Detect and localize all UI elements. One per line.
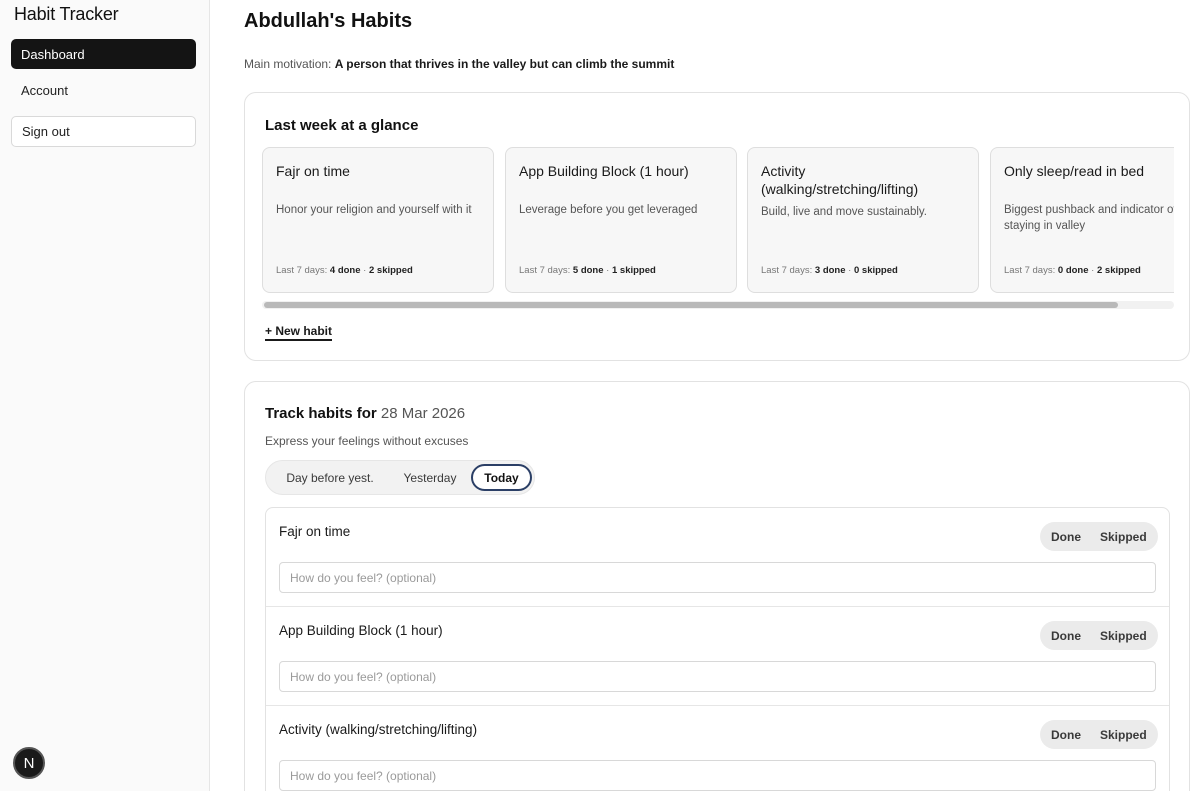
week-summary-panel: Last week at a glance Fajr on time Honor…	[244, 92, 1190, 361]
track-title-label: Track habits for	[265, 405, 377, 422]
skipped-count: 1	[611, 265, 618, 276]
motivation-label: Main motivation:	[244, 57, 332, 71]
done-button[interactable]: Done	[1051, 629, 1081, 643]
done-count: 0	[1057, 265, 1064, 276]
tab-day-before-yesterday[interactable]: Day before yest.	[274, 464, 386, 491]
scrollbar-thumb[interactable]	[264, 302, 1118, 308]
skipped-count: 2	[1096, 265, 1103, 276]
habit-card-description: Leverage before you get leveraged	[519, 204, 698, 216]
done-suffix: done	[337, 265, 361, 276]
horizontal-scrollbar[interactable]	[262, 301, 1174, 309]
skipped-button[interactable]: Skipped	[1100, 629, 1147, 643]
skipped-suffix: skipped	[1104, 265, 1141, 276]
stats-separator: ·	[363, 265, 367, 276]
stats-prefix: Last 7 days:	[519, 265, 571, 276]
habit-card-title: Fajr on time	[276, 163, 350, 179]
track-date: 28 Mar 2026	[380, 405, 466, 422]
skipped-button[interactable]: Skipped	[1100, 728, 1147, 742]
feeling-input[interactable]	[279, 661, 1156, 692]
habit-tracking-list: Fajr on time Done Skipped App Building B…	[265, 507, 1170, 791]
track-subtitle: Express your feelings without excuses	[265, 434, 469, 448]
done-count: 4	[329, 265, 336, 276]
tab-yesterday[interactable]: Yesterday	[390, 464, 470, 491]
sidebar-item-account[interactable]: Account	[11, 75, 196, 105]
done-suffix: done	[580, 265, 604, 276]
app-brand: Habit Tracker	[14, 4, 119, 24]
skipped-count: 2	[368, 265, 375, 276]
habit-card[interactable]: App Building Block (1 hour) Leverage bef…	[505, 147, 737, 293]
done-button[interactable]: Done	[1051, 530, 1081, 544]
habit-card-stats: Last 7 days: 4 done · 2 skipped	[276, 265, 413, 276]
habit-name: Fajr on time	[279, 524, 351, 539]
habit-tracking-row: App Building Block (1 hour) Done Skipped	[266, 607, 1169, 706]
sidebar: Habit Tracker Dashboard Account Sign out…	[0, 0, 210, 791]
stats-prefix: Last 7 days:	[761, 265, 813, 276]
habit-card[interactable]: Only sleep/read in bed Biggest pushback …	[990, 147, 1174, 293]
tab-today[interactable]: Today	[471, 464, 532, 491]
sidebar-item-dashboard[interactable]: Dashboard	[11, 39, 196, 69]
done-button[interactable]: Done	[1051, 728, 1081, 742]
habit-card-description: Honor your religion and yourself with it	[276, 204, 472, 216]
habit-card[interactable]: Fajr on time Honor your religion and you…	[262, 147, 494, 293]
stats-separator: ·	[606, 265, 610, 276]
habit-card-stats: Last 7 days: 3 done · 0 skipped	[761, 265, 898, 276]
habit-card[interactable]: Activity (walking/stretching/lifting) Bu…	[747, 147, 979, 293]
habit-cards-scroller[interactable]: Fajr on time Honor your religion and you…	[262, 147, 1174, 310]
skipped-suffix: skipped	[861, 265, 898, 276]
stats-prefix: Last 7 days:	[276, 265, 328, 276]
motivation-line: Main motivation: A person that thrives i…	[244, 57, 674, 71]
skipped-count: 0	[853, 265, 860, 276]
done-count: 5	[572, 265, 579, 276]
feeling-input[interactable]	[279, 760, 1156, 791]
skipped-suffix: skipped	[376, 265, 413, 276]
day-selector: Day before yest. Yesterday Today	[265, 460, 535, 495]
status-toggle: Done Skipped	[1040, 720, 1158, 749]
done-count: 3	[814, 265, 821, 276]
stats-prefix: Last 7 days:	[1004, 265, 1056, 276]
habit-card-stats: Last 7 days: 5 done · 1 skipped	[519, 265, 656, 276]
habit-card-title: Activity (walking/stretching/lifting)	[761, 163, 919, 197]
skipped-suffix: skipped	[619, 265, 656, 276]
habit-card-description: Biggest pushback and indicator of stayin…	[1004, 204, 1174, 232]
habit-card-title: App Building Block (1 hour)	[519, 163, 689, 179]
done-suffix: done	[1065, 265, 1089, 276]
n-letter-icon[interactable]: N	[13, 747, 45, 779]
track-habits-panel: Track habits for 28 Mar 2026 Express you…	[244, 381, 1190, 791]
stats-separator: ·	[848, 265, 852, 276]
habit-tracking-row: Activity (walking/stretching/lifting) Do…	[266, 706, 1169, 791]
page-title: Abdullah's Habits	[244, 10, 413, 32]
week-summary-title: Last week at a glance	[265, 117, 419, 134]
new-habit-link[interactable]: + New habit	[265, 324, 333, 341]
status-toggle: Done Skipped	[1040, 621, 1158, 650]
skipped-button[interactable]: Skipped	[1100, 530, 1147, 544]
habit-cards-track: Fajr on time Honor your religion and you…	[262, 147, 1174, 293]
habit-card-title: Only sleep/read in bed	[1004, 163, 1145, 179]
status-toggle: Done Skipped	[1040, 522, 1158, 551]
feeling-input[interactable]	[279, 562, 1156, 593]
track-habits-title: Track habits for 28 Mar 2026	[265, 405, 465, 422]
habit-name: Activity (walking/stretching/lifting)	[279, 722, 478, 737]
app: Habit Tracker Dashboard Account Sign out…	[0, 0, 1200, 791]
sign-out-button[interactable]: Sign out	[11, 116, 196, 147]
habit-card-description: Build, live and move sustainably.	[761, 206, 927, 218]
habit-name: App Building Block (1 hour)	[279, 623, 443, 638]
habit-tracking-row: Fajr on time Done Skipped	[266, 508, 1169, 607]
habit-card-stats: Last 7 days: 0 done · 2 skipped	[1004, 265, 1141, 276]
motivation-value: A person that thrives in the valley but …	[334, 57, 675, 71]
stats-separator: ·	[1091, 265, 1095, 276]
done-suffix: done	[822, 265, 846, 276]
